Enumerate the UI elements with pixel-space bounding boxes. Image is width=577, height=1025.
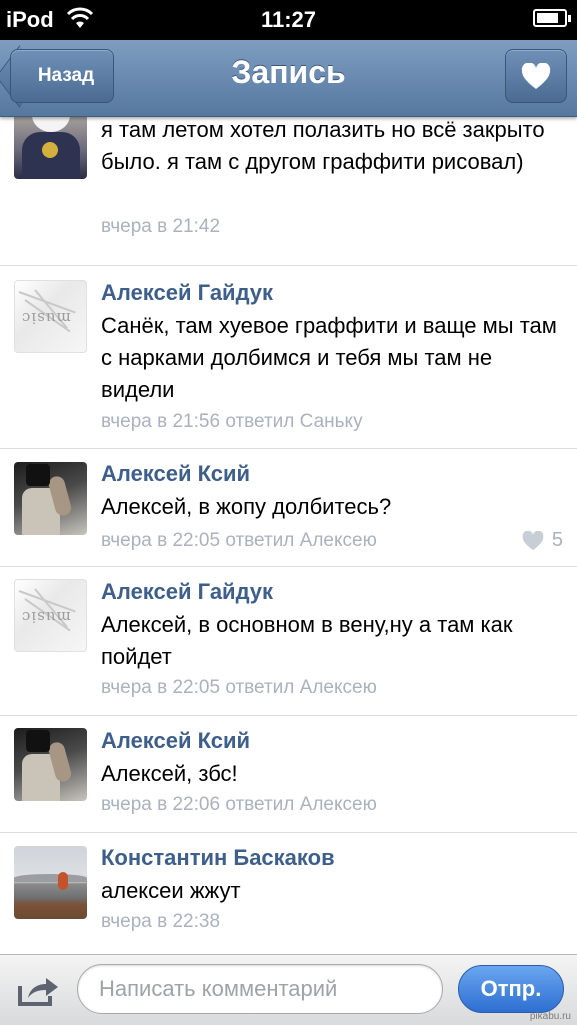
comment-text: Санёк, там хуевое граффити и ваще мы там… <box>101 313 557 402</box>
comments-list[interactable]: я там летом хотел полазить но всё закрыт… <box>0 116 577 954</box>
page-title: Запись <box>231 54 346 90</box>
clock: 11:27 <box>260 7 317 32</box>
avatar[interactable] <box>14 116 87 179</box>
comment-item[interactable]: music Алексей Гайдук Санёк, там хуевое г… <box>0 266 577 449</box>
comment-composer: Написать комментарий Отпр. pikabu.ru <box>0 954 577 1025</box>
battery-icon <box>533 9 571 27</box>
comment-item[interactable]: Алексей Ксий Алексей, збс! вчера в 22:06… <box>0 716 577 833</box>
comment-text: Алексей, збс! <box>101 761 238 786</box>
comment-author[interactable]: Константин Баскаков <box>101 845 335 871</box>
comment-item[interactable]: music Алексей Гайдук Алексей, в основном… <box>0 567 577 716</box>
comment-author[interactable]: Алексей Гайдук <box>101 280 273 306</box>
heart-icon <box>522 530 544 550</box>
like-post-button[interactable] <box>505 49 567 103</box>
comment-author[interactable]: Алексей Ксий <box>101 728 250 754</box>
comment-input[interactable]: Написать комментарий <box>77 964 443 1014</box>
comment-likes[interactable]: 5 <box>522 529 563 552</box>
avatar[interactable]: music <box>14 280 87 353</box>
comment-author[interactable]: Алексей Гайдук <box>101 579 273 605</box>
comment-meta: вчера в 21:42 <box>101 216 221 237</box>
navigation-bar: Назад Запись <box>0 40 577 117</box>
status-bar: iPod 11:27 <box>0 0 577 40</box>
comment-meta: вчера в 22:05 ответил Алексею <box>101 530 377 551</box>
avatar[interactable]: music <box>14 579 87 652</box>
comment-meta: вчера в 21:56 ответил Саньку <box>101 411 363 432</box>
comment-meta: вчера в 22:06 ответил Алексею <box>101 794 377 815</box>
comment-text: я там летом хотел полазить но всё закрыт… <box>101 117 545 174</box>
like-count: 5 <box>551 529 563 551</box>
avatar[interactable] <box>14 728 87 801</box>
comment-text: Алексей, в жопу долбитесь? <box>101 494 392 519</box>
avatar[interactable] <box>14 462 87 535</box>
watermark: pikabu.ru <box>529 1011 571 1022</box>
comment-item[interactable]: Алексей Ксий Алексей, в жопу долбитесь? … <box>0 449 577 567</box>
comment-text: Алексей, в основном в вену,ну а там как … <box>101 612 513 669</box>
comment-author[interactable]: Алексей Ксий <box>101 461 250 487</box>
comment-meta: вчера в 22:05 ответил Алексею <box>101 677 377 698</box>
send-button[interactable]: Отпр. <box>458 965 564 1013</box>
share-icon[interactable] <box>16 972 60 1008</box>
heart-icon <box>521 62 551 89</box>
avatar[interactable] <box>14 846 87 919</box>
comment-text: алексеи жжут <box>101 878 241 903</box>
comment-item[interactable]: я там летом хотел полазить но всё закрыт… <box>0 116 577 266</box>
comment-meta: вчера в 22:38 <box>101 911 221 932</box>
comment-item[interactable]: Константин Баскаков алексеи жжут вчера в… <box>0 833 577 954</box>
